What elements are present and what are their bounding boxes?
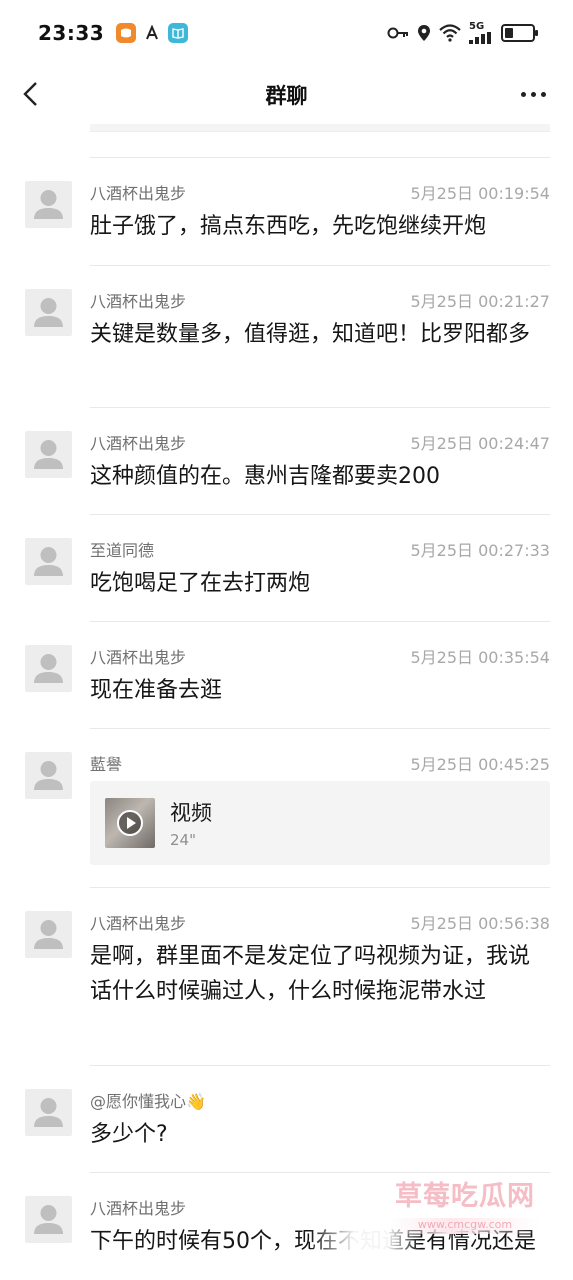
message-time: 5月25日 00:35:54 bbox=[410, 648, 551, 667]
default-avatar-icon bbox=[34, 190, 63, 219]
video-title: 视频 bbox=[170, 801, 212, 825]
message-time: 5月25日 00:27:33 bbox=[410, 541, 551, 560]
message-header: 八酒杯出鬼步 5月25日 00:24:47 bbox=[90, 431, 550, 453]
battery-icon bbox=[501, 24, 538, 42]
chevron-left-icon bbox=[23, 82, 37, 106]
message-time: 5月25日 00:45:25 bbox=[410, 755, 551, 774]
wifi-icon bbox=[439, 24, 461, 42]
video-duration: 24" bbox=[170, 831, 196, 849]
sender-name[interactable]: @愿你懂我心👋 bbox=[90, 1088, 206, 1112]
play-icon bbox=[117, 810, 143, 836]
status-right: 5G bbox=[387, 22, 538, 44]
divider bbox=[90, 728, 550, 729]
avatar[interactable] bbox=[25, 911, 72, 958]
sender-name[interactable]: 八酒杯出鬼步 bbox=[90, 430, 186, 454]
status-bar: 23:33 5G bbox=[0, 0, 573, 66]
message-header: 八酒杯出鬼步 5月25日 00:35:54 bbox=[90, 645, 550, 667]
avatar[interactable] bbox=[25, 1196, 72, 1243]
divider bbox=[90, 407, 550, 408]
video-message-card[interactable]: 视频 24" bbox=[90, 781, 550, 865]
more-dot bbox=[530, 91, 536, 97]
avatar[interactable] bbox=[25, 181, 72, 228]
battery-level bbox=[505, 28, 513, 38]
sender-name[interactable]: 八酒杯出鬼步 bbox=[90, 910, 186, 934]
sender-name[interactable]: 至道同德 bbox=[90, 537, 154, 561]
divider bbox=[90, 1172, 550, 1173]
key-icon bbox=[387, 26, 409, 40]
video-thumbnail bbox=[105, 798, 155, 848]
divider bbox=[90, 265, 550, 266]
message-header: 八酒杯出鬼步 5月25日 00:21:27 bbox=[90, 289, 550, 311]
taobao-icon bbox=[116, 23, 137, 43]
message-time: 5月25日 00:56:38 bbox=[410, 914, 551, 933]
sender-name[interactable]: 藍譽 bbox=[90, 751, 122, 775]
message-text: 吃饱喝足了在去打两炮 bbox=[90, 571, 311, 596]
sender-name[interactable]: 八酒杯出鬼步 bbox=[90, 180, 186, 204]
avatar[interactable] bbox=[25, 1089, 72, 1136]
message-text: 关键是数量多，值得逛，知道吧！比罗阳都多 bbox=[90, 322, 531, 347]
message-header: 至道同德 5月25日 00:27:33 bbox=[90, 538, 550, 560]
more-dot bbox=[540, 91, 546, 97]
default-avatar-icon bbox=[34, 1205, 63, 1234]
sender-name[interactable]: 八酒杯出鬼步 bbox=[90, 644, 186, 668]
divider bbox=[90, 621, 550, 622]
nav-bar: 群聊 bbox=[0, 66, 573, 124]
divider bbox=[90, 887, 550, 888]
message-text: 现在准备去逛 bbox=[90, 678, 223, 703]
default-avatar-icon bbox=[34, 440, 63, 469]
more-button[interactable] bbox=[515, 78, 551, 110]
book-icon bbox=[168, 23, 189, 43]
message-time: 5月25日 00:19:54 bbox=[410, 184, 551, 203]
message-header: 八酒杯出鬼步 5月25日 00:56:38 bbox=[90, 911, 550, 933]
location-icon bbox=[417, 24, 431, 42]
avatar[interactable] bbox=[25, 538, 72, 585]
network-label: 5G bbox=[469, 21, 485, 32]
divider bbox=[90, 1065, 550, 1066]
more-dot bbox=[520, 91, 526, 97]
a-icon bbox=[142, 23, 162, 43]
sender-name[interactable]: 八酒杯出鬼步 bbox=[90, 1195, 186, 1219]
default-avatar-icon bbox=[34, 298, 63, 327]
divider bbox=[90, 514, 550, 515]
watermark-title: 草莓吃瓜网 bbox=[395, 1181, 535, 1212]
page-title: 群聊 bbox=[265, 84, 308, 108]
avatar[interactable] bbox=[25, 752, 72, 799]
avatar[interactable] bbox=[25, 645, 72, 692]
message-text: 是啊，群里面不是发定位了吗视频为证，我说话什么时候骗过人，什么时候拖泥带水过 bbox=[90, 944, 531, 1004]
watermark: 草莓吃瓜网 www.cmcgw.com bbox=[360, 1174, 560, 1244]
message-text: 肚子饿了，搞点东西吃，先吃饱继续开炮 bbox=[90, 214, 487, 239]
default-avatar-icon bbox=[34, 920, 63, 949]
message-text: 多少个? bbox=[90, 1122, 168, 1147]
default-avatar-icon bbox=[34, 547, 63, 576]
message-header: @愿你懂我心👋 bbox=[90, 1089, 550, 1111]
back-button[interactable] bbox=[14, 78, 46, 110]
previous-message-edge bbox=[90, 124, 550, 132]
signal-icon: 5G bbox=[469, 22, 493, 44]
status-app-icons bbox=[116, 23, 189, 43]
message-header: 八酒杯出鬼步 5月25日 00:19:54 bbox=[90, 181, 550, 203]
message-time: 5月25日 00:24:47 bbox=[410, 434, 551, 453]
default-avatar-icon bbox=[34, 654, 63, 683]
message-text: 这种颜值的在。惠州吉隆都要卖200 bbox=[90, 464, 440, 489]
watermark-url: www.cmcgw.com bbox=[390, 1218, 540, 1234]
default-avatar-icon bbox=[34, 761, 63, 790]
message-time: 5月25日 00:21:27 bbox=[410, 292, 551, 311]
status-time: 23:33 bbox=[38, 21, 105, 45]
message-header: 藍譽 5月25日 00:45:25 bbox=[90, 752, 550, 774]
default-avatar-icon bbox=[34, 1098, 63, 1127]
avatar[interactable] bbox=[25, 289, 72, 336]
divider bbox=[90, 157, 550, 158]
avatar[interactable] bbox=[25, 431, 72, 478]
sender-name[interactable]: 八酒杯出鬼步 bbox=[90, 288, 186, 312]
